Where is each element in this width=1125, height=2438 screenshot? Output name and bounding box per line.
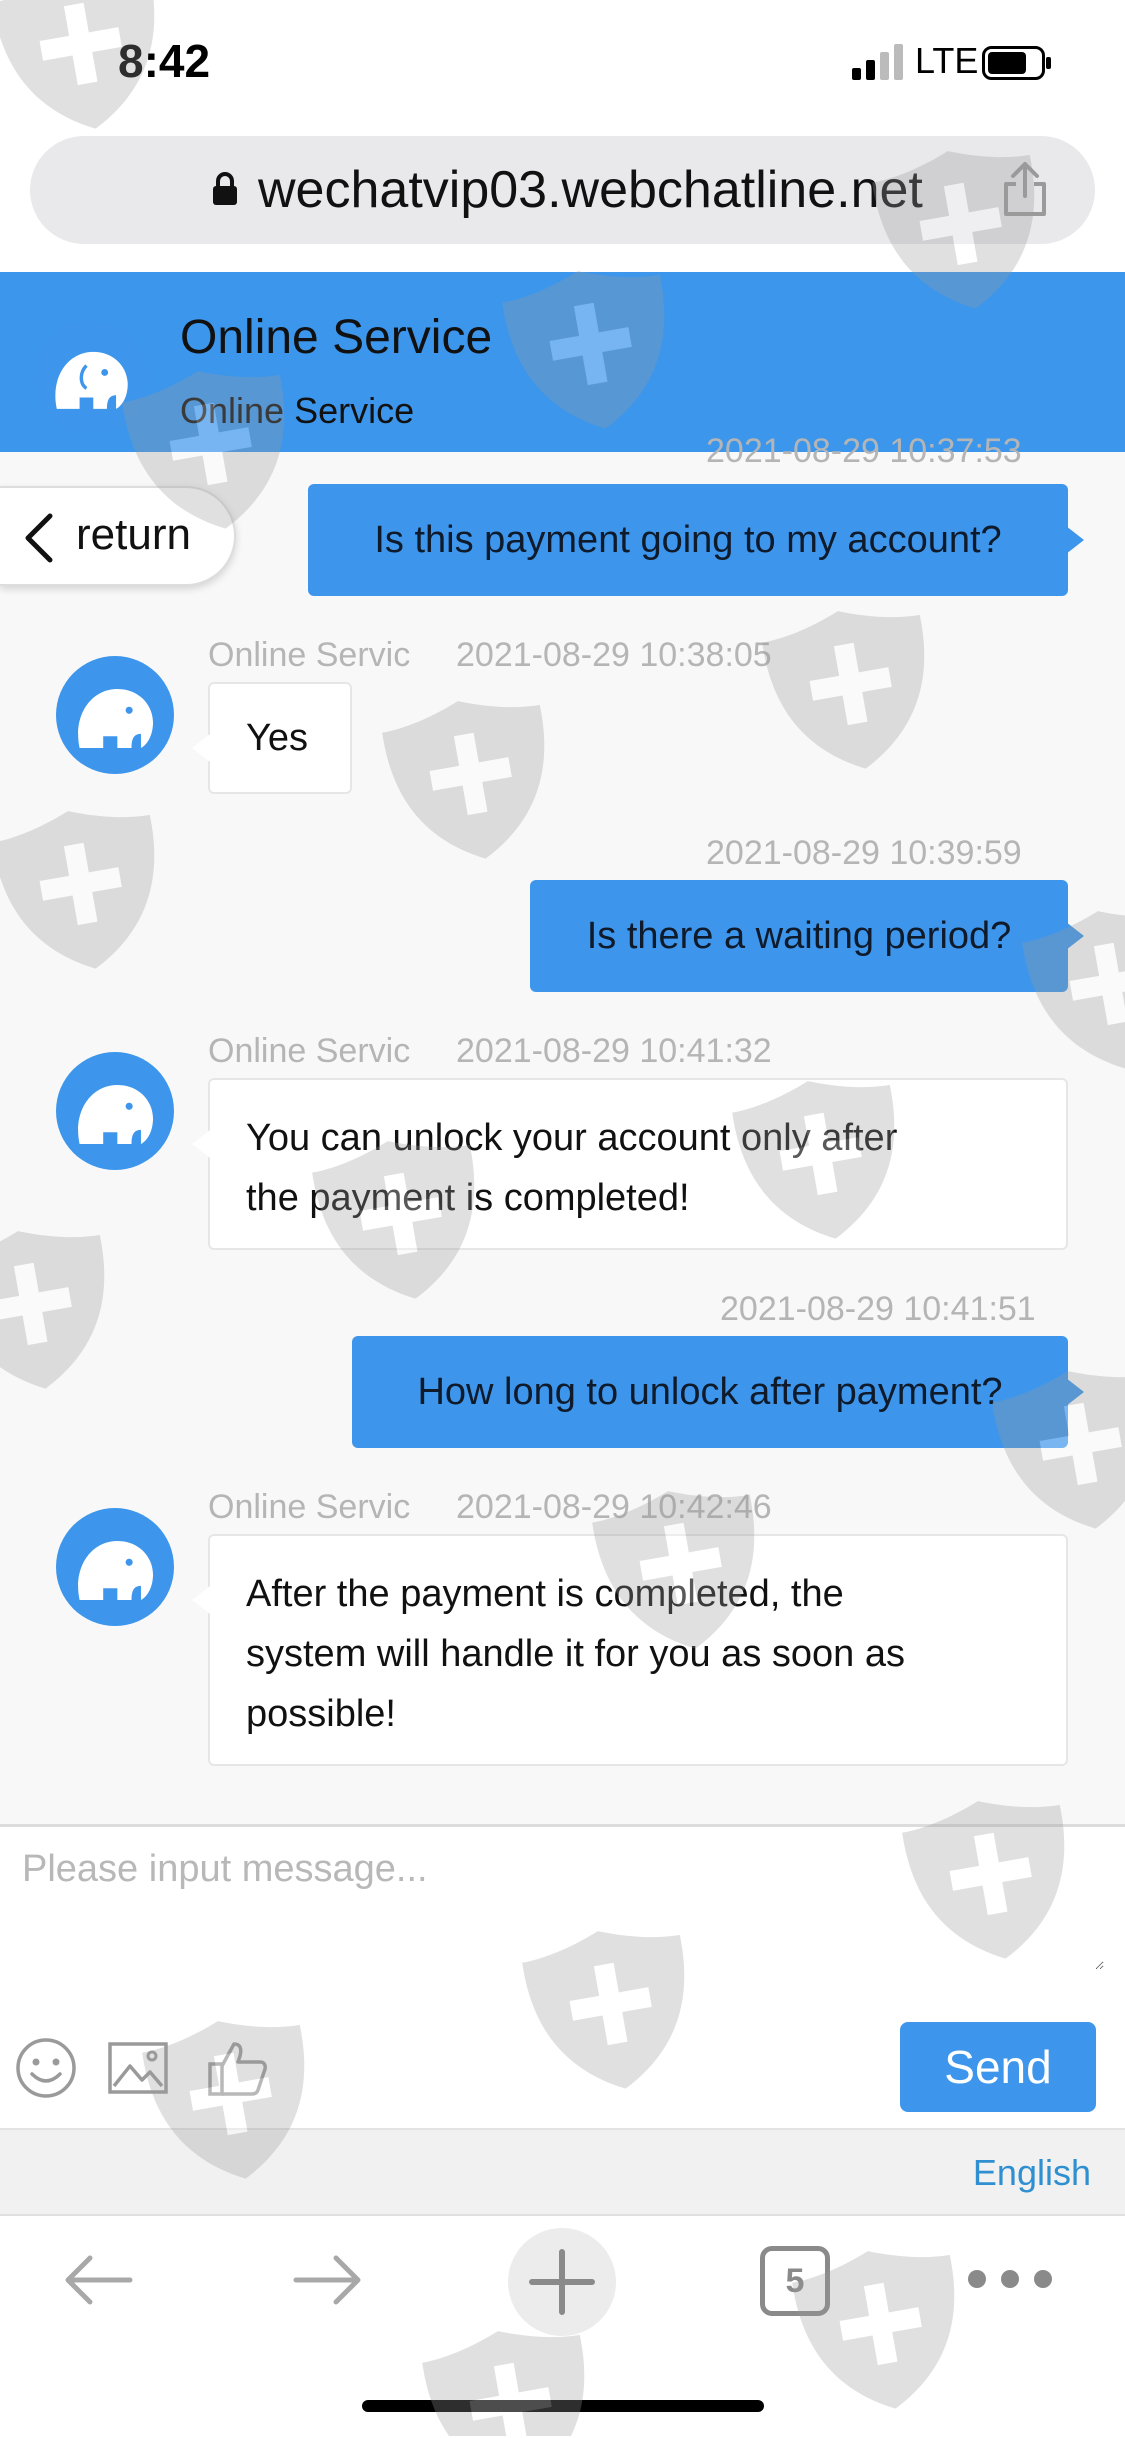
chat-header <box>0 272 1125 452</box>
chat-subtitle: Online Service <box>180 390 415 431</box>
status-time: 8:42 <box>118 35 211 87</box>
message-timestamp: 2021-08-29 10:42:46 <box>456 1488 772 1526</box>
forward-arrow-icon[interactable] <box>288 2250 368 2310</box>
sender-name: Online Servic <box>208 1032 411 1070</box>
message-line: Yes <box>246 717 308 759</box>
home-indicator <box>362 2400 764 2412</box>
battery-icon <box>982 46 1051 80</box>
elephant-avatar-icon <box>56 1508 174 1626</box>
outgoing-message: Is this payment going to my account? <box>308 484 1084 596</box>
message-line: the payment is completed! <box>246 1177 690 1219</box>
back-arrow-icon[interactable] <box>58 2250 138 2310</box>
incoming-message: You can unlock your account only after t… <box>192 1078 1068 1250</box>
chat-title: Online Service <box>180 311 493 364</box>
message-line: system will handle it for you as soon as <box>246 1633 905 1675</box>
thumbs-up-icon[interactable] <box>206 2036 270 2100</box>
language-link[interactable]: English <box>973 2152 1091 2194</box>
message-line: After the payment is completed, the <box>246 1573 844 1615</box>
sender-name: Online Servic <box>208 1488 411 1526</box>
more-menu-icon[interactable] <box>962 2264 1058 2294</box>
incoming-message: Yes <box>192 682 352 794</box>
network-label: LTE <box>915 40 979 81</box>
elephant-avatar-icon <box>56 656 174 774</box>
chevron-left-icon <box>25 513 53 563</box>
return-label: return <box>76 510 191 559</box>
message-input[interactable] <box>20 1846 1104 1970</box>
send-button[interactable]: Send <box>900 2022 1096 2112</box>
elephant-avatar-icon <box>34 320 148 434</box>
message-timestamp: 2021-08-29 10:41:51 <box>720 1290 1036 1328</box>
lock-icon <box>213 172 237 205</box>
elephant-avatar-icon <box>56 1052 174 1170</box>
return-button[interactable]: return <box>0 486 236 586</box>
sender-name: Online Servic <box>208 636 411 674</box>
incoming-message: After the payment is completed, the syst… <box>192 1534 1068 1766</box>
message-timestamp: 2021-08-29 10:41:32 <box>456 1032 772 1070</box>
message-timestamp: 2021-08-29 10:37:53 <box>706 432 1022 470</box>
message-timestamp: 2021-08-29 10:38:05 <box>456 636 772 674</box>
image-icon[interactable] <box>106 2036 170 2100</box>
share-icon[interactable] <box>1000 160 1050 218</box>
outgoing-message: Is there a waiting period? <box>530 880 1084 992</box>
signal-icon <box>852 44 903 80</box>
message-line: possible! <box>246 1693 396 1735</box>
tab-count-button[interactable]: 5 <box>760 2246 830 2316</box>
new-tab-plus-icon[interactable] <box>506 2226 618 2338</box>
url-text[interactable]: wechatvip03.webchatline.net <box>258 160 923 220</box>
outgoing-message: How long to unlock after payment? <box>352 1336 1084 1448</box>
message-line: You can unlock your account only after <box>246 1117 898 1159</box>
language-bar <box>0 2128 1125 2216</box>
message-timestamp: 2021-08-29 10:39:59 <box>706 834 1022 872</box>
emoji-icon[interactable] <box>14 2036 78 2100</box>
